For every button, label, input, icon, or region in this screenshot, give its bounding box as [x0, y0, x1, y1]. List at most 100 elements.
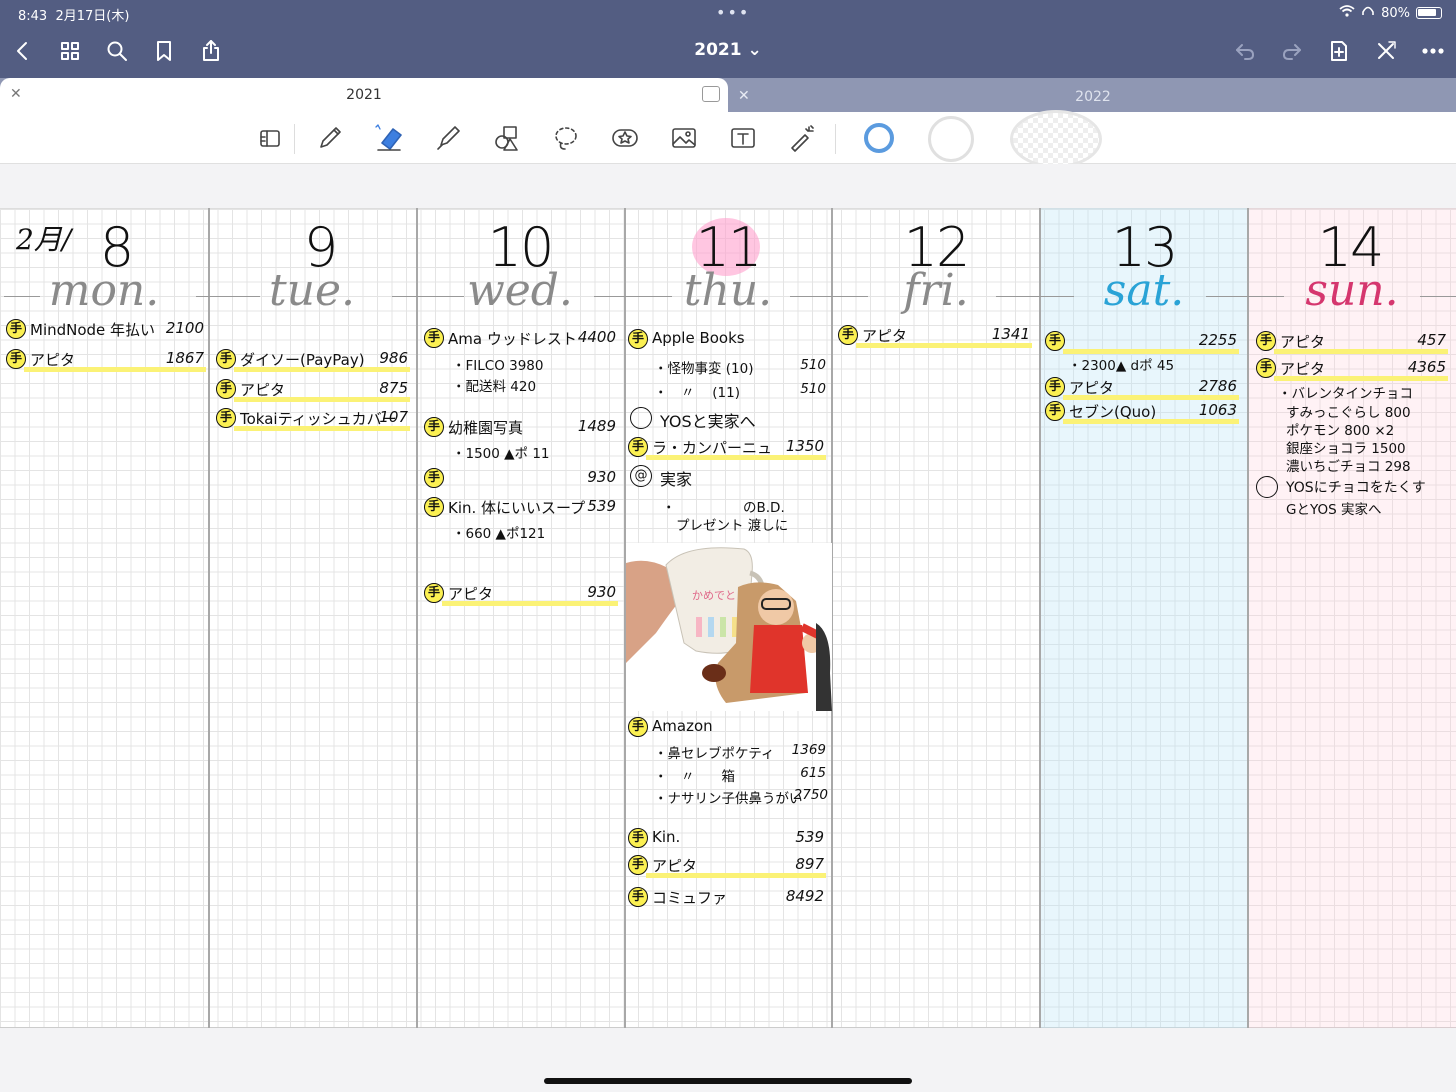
toolbar-divider	[294, 124, 295, 154]
expense-detail: ・ 〃 (11) 510	[654, 381, 826, 401]
weekday-mon: mon.	[48, 265, 160, 316]
expense-detail: ・ナサリン子供鼻うがい 2750	[654, 787, 828, 807]
yen-icon: 手	[1256, 331, 1276, 351]
memo-line: 濃いちごチョコ 298	[1286, 459, 1411, 475]
expense-entry: 手 930	[424, 467, 618, 491]
expense-entry: 手 MindNode 年払い 2100	[6, 318, 206, 342]
undo-icon[interactable]	[1230, 36, 1260, 66]
pasted-photo[interactable]: かめでと	[626, 543, 832, 711]
color-swatch-2[interactable]	[928, 116, 974, 162]
yen-icon: 手	[628, 437, 648, 457]
weekday-wed: wed.	[467, 265, 573, 316]
color-swatch-selected[interactable]	[864, 123, 894, 153]
memo-line: 銀座ショコラ 1500	[1286, 441, 1406, 457]
expense-entry: 手 Kin. 539	[628, 827, 826, 851]
weekday-tue: tue.	[268, 265, 356, 316]
expense-detail: ・鼻セレブポケティ 1369	[654, 742, 826, 762]
top-app-bar: 8:43 2月17日(木) ••• 80% 2021 ⌄	[0, 0, 1456, 78]
page-layout-icon[interactable]	[253, 121, 287, 155]
pen-icon[interactable]	[313, 121, 347, 155]
expense-entry: 手 Ama ウッドレスト 4400	[424, 327, 618, 351]
eraser-icon[interactable]	[372, 121, 406, 155]
at-icon: @	[630, 465, 652, 487]
yen-icon: 手	[628, 717, 648, 737]
yen-icon: 手	[1045, 401, 1065, 421]
tab-2022[interactable]: ✕ 2022	[730, 80, 1456, 114]
todo-checkbox[interactable]	[1256, 476, 1278, 498]
expense-entry: 手 幼稚園写真 1489	[424, 416, 618, 440]
memo-line: ・ のB.D.	[662, 500, 785, 516]
expense-detail: ・FILCO 3980	[452, 358, 544, 374]
multitask-dots-icon[interactable]: •••	[716, 3, 750, 22]
yen-icon: 手	[1045, 331, 1065, 351]
redo-icon[interactable]	[1277, 36, 1307, 66]
yen-icon: 手	[216, 379, 236, 399]
expense-entry: 手 ラ・カンパーニュ 1350	[628, 436, 826, 460]
memo-line: プレゼント 渡しに	[676, 518, 789, 534]
memo-line: GとYOS 実家へ	[1286, 502, 1382, 518]
column-divider	[416, 208, 418, 1028]
tab-bar: ✕ 2021 ✕ 2022	[0, 78, 1456, 112]
more-icon[interactable]	[1418, 36, 1448, 66]
status-indicators: 80%	[1339, 5, 1442, 21]
image-icon[interactable]	[667, 121, 701, 155]
expense-entry: 手 アピタ 1867	[6, 348, 206, 372]
laser-icon[interactable]	[785, 121, 819, 155]
expense-entry: 手 Amazon	[628, 716, 826, 740]
yen-icon: 手	[628, 855, 648, 875]
expense-entry: 手 セブン(Quo) 1063	[1045, 400, 1239, 424]
color-swatch-3[interactable]	[1010, 110, 1102, 168]
status-time: 8:43	[18, 9, 48, 24]
expense-entry: 手 アピタ 4365	[1256, 357, 1448, 381]
yen-icon: 手	[6, 349, 26, 369]
shapes-icon[interactable]	[490, 121, 524, 155]
toolbar-divider	[835, 124, 836, 154]
expense-entry: 手 アピタ 2786	[1045, 376, 1239, 400]
yen-icon: 手	[216, 349, 236, 369]
tab-2021[interactable]: ✕ 2021	[0, 78, 728, 112]
expense-entry: 手 コミュファ 8492	[628, 886, 826, 910]
text-icon[interactable]	[726, 121, 760, 155]
yen-icon: 手	[424, 497, 444, 517]
sticker-icon[interactable]	[608, 121, 642, 155]
column-divider	[1039, 208, 1041, 1028]
expense-entry: 手 2255	[1045, 330, 1239, 354]
expense-entry: 手 Tokaiティッシュカバー 107	[216, 407, 410, 431]
yen-icon: 手	[628, 329, 648, 349]
expense-detail: ・怪物事変 (10) 510	[654, 357, 826, 377]
sidebar-toggle-icon[interactable]	[702, 86, 720, 102]
yen-icon: 手	[838, 325, 858, 345]
todo-checkbox[interactable]	[630, 407, 652, 429]
column-divider	[1247, 208, 1249, 1028]
weekday-sun: sun.	[1305, 265, 1399, 316]
yen-icon: 手	[424, 583, 444, 603]
tab-label: 2022	[1075, 89, 1111, 105]
expense-detail: ・1500 ▲ポ 11	[452, 446, 550, 462]
yen-icon: 手	[6, 319, 26, 339]
expense-detail: ・2300▲ dポ 45	[1068, 358, 1175, 374]
yen-icon: 手	[424, 468, 444, 488]
highlighter-icon[interactable]	[431, 121, 465, 155]
close-x-icon[interactable]	[1371, 36, 1401, 66]
drawing-toolbar	[0, 110, 1456, 168]
yen-icon: 手	[424, 328, 444, 348]
add-page-icon[interactable]	[1324, 36, 1354, 66]
expense-detail: ・ 〃 箱 615	[654, 765, 826, 785]
tab-close-icon[interactable]: ✕	[10, 86, 22, 102]
tab-label: 2021	[346, 87, 382, 103]
expense-entry: 手 アピタ 897	[628, 854, 826, 878]
expense-entry: 手 アピタ 930	[424, 582, 618, 606]
svg-text:かめでと: かめでと	[692, 589, 736, 602]
yen-icon: 手	[1045, 377, 1065, 397]
tab-close-icon[interactable]: ✕	[738, 88, 750, 104]
status-date: 2月17日(木)	[55, 9, 130, 24]
headphones-icon	[1361, 5, 1375, 21]
lasso-icon[interactable]	[549, 121, 583, 155]
weekday-fri: fri.	[903, 265, 969, 316]
wifi-icon	[1339, 5, 1355, 21]
expense-entry: 手 アピタ 457	[1256, 330, 1448, 354]
expense-entry: 手 Kin. 体にいいスープ 539	[424, 496, 618, 520]
yen-icon: 手	[424, 417, 444, 437]
yen-icon: 手	[1256, 358, 1276, 378]
home-indicator[interactable]	[544, 1078, 912, 1084]
